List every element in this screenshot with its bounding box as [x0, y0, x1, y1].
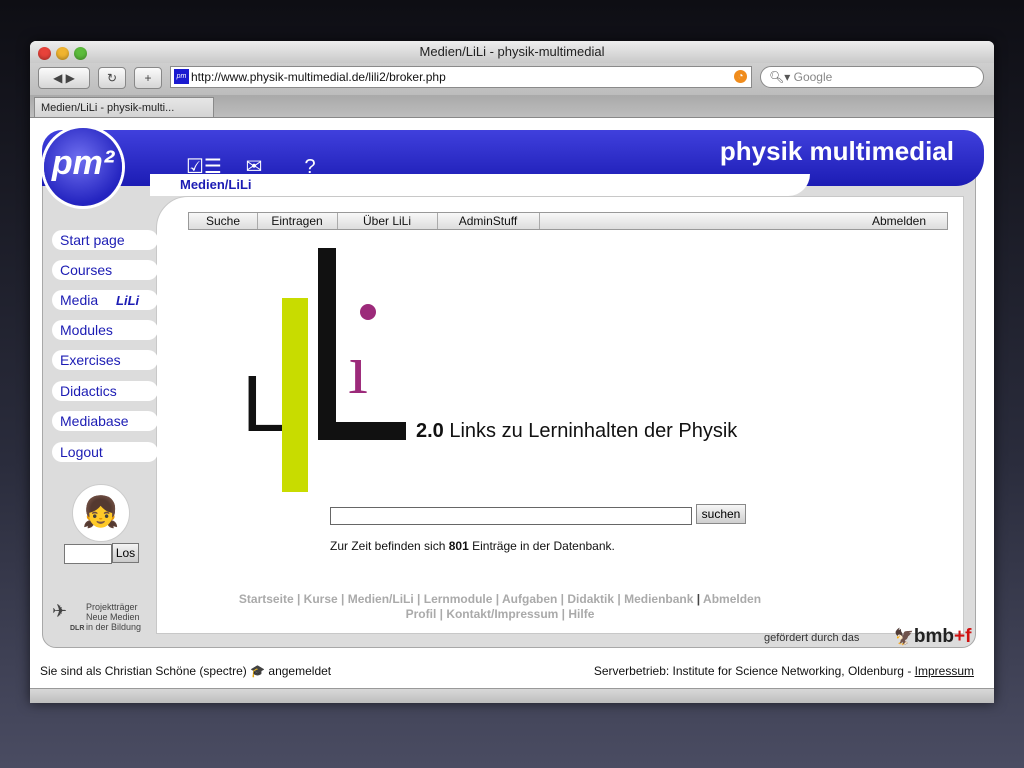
plus-icon: +: [144, 71, 152, 85]
menu-ueber-lili[interactable]: Über LiLi: [337, 213, 438, 229]
footer-nav: Startseite | Kurse | Medien/LiLi | Lernm…: [238, 592, 762, 621]
reload-icon: ↻: [106, 71, 118, 85]
bmbf-brand-b: f: [965, 626, 972, 647]
lili-logo-big-l: [318, 248, 336, 440]
browser-tab[interactable]: Medien/LiLi - physik-multi...: [34, 97, 214, 117]
mascot-icon[interactable]: 👧: [72, 484, 130, 542]
back-arrow-icon[interactable]: ◀: [53, 71, 62, 85]
breadcrumb: Medien/LiLi: [180, 177, 252, 192]
rss-icon[interactable]: ◔: [734, 70, 747, 83]
footer-link-medienbank[interactable]: Medienbank: [624, 592, 693, 606]
menu-adminstuff[interactable]: AdminStuff: [437, 213, 540, 229]
browser-window: Medien/LiLi - physik-multimedial ◀ ▶ ↻ +…: [30, 41, 994, 703]
footer-link-aufgaben[interactable]: Aufgaben: [502, 592, 557, 606]
dlr-line3: in der Bildung: [86, 622, 142, 632]
title-bar: Medien/LiLi - physik-multimedial: [30, 41, 994, 63]
footer-link-abmelden[interactable]: Abmelden: [703, 592, 761, 606]
pm2-logo[interactable]: pm²: [44, 128, 122, 206]
search-icon: 🔍︎▾: [769, 70, 791, 84]
close-button[interactable]: [38, 47, 51, 60]
footer-link-medien-lili[interactable]: Medien/LiLi: [348, 592, 414, 606]
sidebar-item-didactics[interactable]: Didactics: [52, 381, 158, 401]
dlr-line2: Neue Medien: [86, 612, 140, 622]
lili-tagline: 2.0 Links zu Lerninhalten der Physik: [416, 420, 737, 443]
section-menu: Suche Eintragen Über LiLi AdminStuff Abm…: [188, 212, 948, 230]
site-favicon-icon: pm: [174, 69, 189, 84]
eagle-icon: 🦅: [894, 629, 914, 646]
sidebar-item-start-page[interactable]: Start page: [52, 230, 158, 250]
entry-count: Zur Zeit befinden sich 801 Einträge in d…: [330, 539, 615, 553]
impressum-link[interactable]: Impressum: [915, 664, 974, 678]
sponsor-text: gefördert durch das: [764, 632, 860, 644]
tab-bar: Medien/LiLi - physik-multi...: [30, 95, 994, 118]
lili-search-input[interactable]: [330, 507, 692, 525]
sidebar-item-exercises[interactable]: Exercises: [52, 350, 158, 370]
menu-suche[interactable]: Suche: [189, 213, 258, 229]
server-info: Serverbetrieb: Institute for Science Net…: [594, 662, 974, 680]
reload-button[interactable]: ↻: [98, 67, 126, 89]
tagline-text: Links zu Lerninhalten der Physik: [443, 420, 738, 442]
menu-eintragen[interactable]: Eintragen: [257, 213, 338, 229]
lili-logo-small-l: L: [242, 359, 287, 448]
footer-link-didaktik[interactable]: Didaktik: [567, 592, 614, 606]
sidebar-item-logout[interactable]: Logout: [52, 442, 158, 462]
footer-link-profil[interactable]: Profil: [406, 607, 437, 621]
page-content: ☑☰ ✉ ? physik multimedial pm² Medien/LiL…: [30, 118, 994, 688]
login-user: Sie sind als Christian Schöne (spectre): [40, 664, 247, 678]
dlr-icon: ✈: [52, 601, 68, 621]
los-button[interactable]: Los: [112, 543, 139, 563]
url-text: http://www.physik-multimedial.de/lili2/b…: [191, 70, 446, 84]
lili-logo-i: ı: [348, 329, 369, 409]
bmbf-brand-plus: +: [954, 626, 966, 647]
browser-toolbar: ◀ ▶ ↻ + pm http://www.physik-multimedial…: [30, 63, 994, 95]
lili-logo-green-bar: [282, 298, 308, 492]
add-bookmark-button[interactable]: +: [134, 67, 162, 89]
browser-status-bar: [30, 688, 994, 703]
lili-badge: LiLi: [116, 293, 140, 308]
graduation-cap-icon: 🎓: [250, 664, 266, 678]
search-field[interactable]: 🔍︎▾ Google: [760, 66, 984, 88]
back-forward-buttons[interactable]: ◀ ▶: [38, 67, 90, 89]
search-placeholder: Google: [793, 70, 833, 84]
login-state: angemeldet: [268, 664, 332, 678]
footer-link-hilfe[interactable]: Hilfe: [568, 607, 594, 621]
sidebar-item-mediabase[interactable]: Mediabase: [52, 411, 158, 431]
suchen-button[interactable]: suchen: [696, 504, 746, 524]
dlr-line1: Projektträger: [86, 602, 138, 612]
bmbf-brand-a: bmb: [913, 626, 955, 647]
sidebar-item-media[interactable]: Media LiLi: [52, 290, 158, 310]
zoom-button[interactable]: [74, 47, 87, 60]
site-title: physik multimedial: [719, 136, 954, 166]
sidebar-item-modules[interactable]: Modules: [52, 320, 158, 340]
footer-link-lernmodule[interactable]: Lernmodule: [424, 592, 493, 606]
sidebar-item-courses[interactable]: Courses: [52, 260, 158, 280]
address-bar[interactable]: pm http://www.physik-multimedial.de/lili…: [170, 66, 752, 88]
quick-go-input[interactable]: [64, 544, 112, 564]
window-title: Medien/LiLi - physik-multimedial: [419, 44, 605, 59]
lili-logo-dot: [360, 304, 376, 320]
count-suffix: Einträge in der Datenbank.: [468, 539, 615, 553]
sidebar-item-label: Media: [60, 292, 99, 308]
status-line: Sie sind als Christian Schöne (spectre) …: [30, 662, 994, 680]
login-status: Sie sind als Christian Schöne (spectre) …: [40, 662, 331, 680]
lili-logo-big-l-foot: [318, 422, 406, 440]
forward-arrow-icon[interactable]: ▶: [66, 71, 75, 85]
footer-link-startseite[interactable]: Startseite: [239, 592, 294, 606]
minimize-button[interactable]: [56, 47, 69, 60]
menu-abmelden[interactable]: Abmelden: [859, 213, 939, 229]
count-prefix: Zur Zeit befinden sich: [330, 539, 449, 553]
bmbf-logo[interactable]: 🦅bmb+f: [894, 626, 971, 648]
dlr-short: DLR: [70, 625, 85, 632]
footer-link-kurse[interactable]: Kurse: [304, 592, 338, 606]
server-text: Serverbetrieb: Institute for Science Net…: [593, 664, 912, 678]
count-value: 801: [448, 539, 469, 553]
tagline-version: 2.0: [416, 420, 444, 442]
footer-link-kontakt[interactable]: Kontakt/Impressum: [446, 607, 558, 621]
